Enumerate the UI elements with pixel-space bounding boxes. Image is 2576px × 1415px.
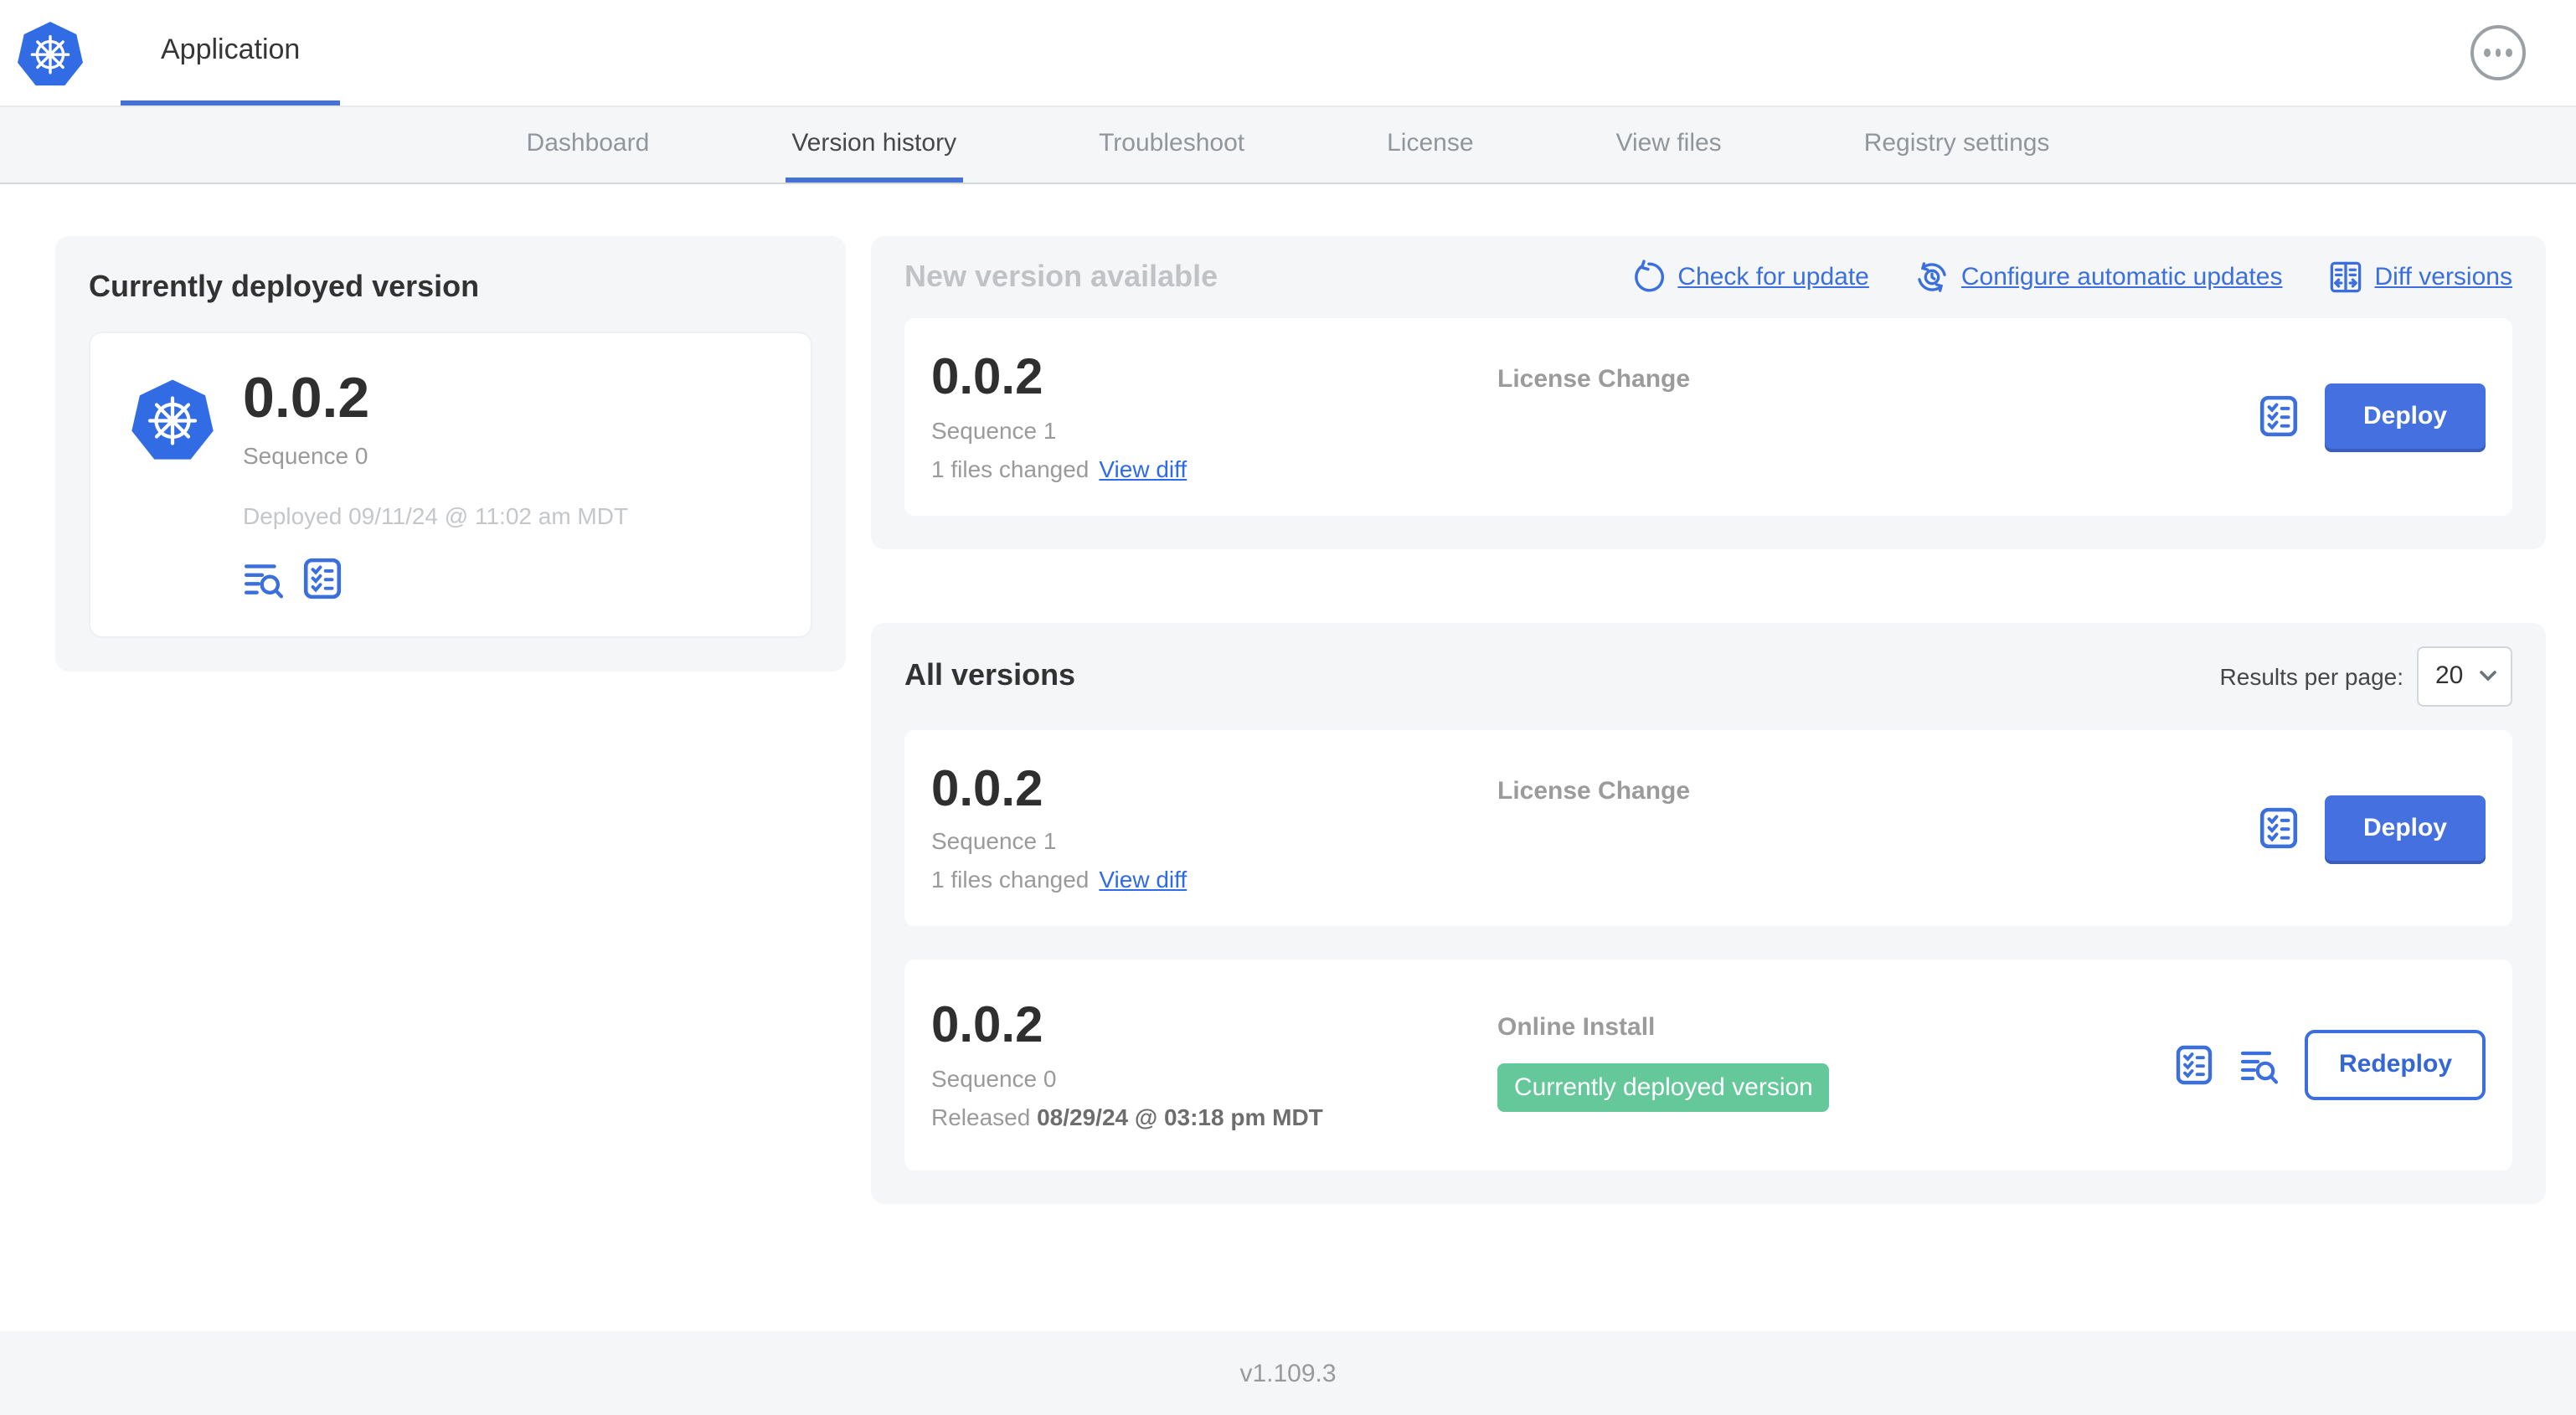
deployed-timestamp: Deployed 09/11/24 @ 11:02 am MDT	[243, 502, 629, 529]
tab-troubleshoot[interactable]: Troubleshoot	[1092, 107, 1251, 183]
top-bar: Application	[0, 0, 2576, 107]
checklist-icon	[2258, 807, 2300, 849]
more-options-button[interactable]	[2470, 25, 2526, 80]
app-title-tab[interactable]: Application	[121, 0, 341, 105]
preflight-checks-button[interactable]	[2258, 396, 2300, 438]
nav-tabbar: Dashboard Version history Troubleshoot L…	[0, 107, 2576, 184]
page: Application Dashboard Version history Tr…	[0, 0, 2576, 1415]
main-content: Currently deployed version 0.0.2 Sequenc…	[0, 184, 2576, 1203]
currently-deployed-panel: Currently deployed version 0.0.2 Sequenc…	[55, 236, 846, 671]
diff-icon	[2330, 261, 2361, 293]
version-info: 0.0.2 Sequence 1 1 files changed View dif…	[931, 352, 1497, 481]
checklist-icon	[2175, 1045, 2215, 1085]
logs-icon	[243, 558, 285, 599]
kubernetes-logo-icon	[131, 373, 214, 466]
tab-dashboard[interactable]: Dashboard	[520, 107, 657, 183]
deployed-actions	[243, 558, 628, 599]
version-row: 0.0.2 Sequence 0 Released 08/29/24 @ 03:…	[904, 960, 2512, 1170]
view-diff-link[interactable]: View diff	[1099, 455, 1187, 481]
checklist-icon	[2258, 396, 2300, 438]
view-diff-link[interactable]: View diff	[1099, 866, 1187, 893]
files-changed: 1 files changed View diff	[931, 866, 1188, 893]
app-title: Application	[161, 33, 301, 65]
tab-view-files[interactable]: View files	[1610, 107, 1728, 183]
footer: v1.109.3	[0, 1331, 2576, 1415]
version-number: 0.0.2	[931, 998, 1043, 1053]
deployed-sequence: Sequence 0	[243, 442, 368, 469]
results-per-page: Results per page: 20	[2220, 646, 2512, 706]
preflight-checks-button[interactable]	[2258, 807, 2300, 849]
chevron-down-icon	[2480, 671, 2496, 681]
refresh-icon	[1634, 260, 1664, 292]
results-per-page-select[interactable]: 20	[2417, 646, 2512, 706]
currently-deployed-card: 0.0.2 Sequence 0 Deployed 09/11/24 @ 11:…	[89, 332, 812, 638]
preflight-checks-button[interactable]	[301, 558, 343, 599]
tab-license[interactable]: License	[1380, 107, 1480, 183]
check-for-update-link[interactable]: Check for update	[1631, 260, 1869, 295]
header-links: Check for update Configure automatic upd…	[1631, 260, 2512, 295]
results-per-page-label: Results per page:	[2219, 662, 2403, 689]
version-actions: Deploy	[2258, 383, 2486, 450]
version-source: License Change	[1497, 365, 1691, 394]
version-actions: Redeploy	[2175, 1029, 2486, 1100]
preflight-checks-button[interactable]	[2175, 1045, 2215, 1085]
version-actions: Deploy	[2258, 795, 2486, 861]
kubernetes-logo-icon	[17, 19, 84, 86]
new-version-panel: New version available Check for update C…	[871, 236, 2546, 548]
all-versions-panel: All versions Results per page: 20 0.0.2 …	[871, 622, 2546, 1203]
tab-version-history[interactable]: Version history	[785, 107, 964, 183]
diff-versions-link[interactable]: Diff versions	[2327, 260, 2512, 295]
version-source: Online Install Currently deployed versio…	[1497, 1013, 2175, 1112]
view-logs-button[interactable]	[2240, 1045, 2280, 1085]
version-sequence: Sequence 0	[931, 1064, 1057, 1091]
currently-deployed-title: Currently deployed version	[89, 270, 480, 303]
new-version-title: New version available	[904, 260, 1218, 293]
version-sequence: Sequence 1	[931, 416, 1057, 443]
all-versions-header: All versions Results per page: 20	[904, 646, 2512, 706]
currently-deployed-badge: Currently deployed version	[1497, 1063, 1830, 1112]
deploy-button[interactable]: Deploy	[2324, 383, 2486, 450]
version-number: 0.0.2	[931, 761, 1043, 816]
new-version-header: New version available Check for update C…	[904, 260, 2512, 295]
app-logo	[17, 0, 84, 105]
deployed-version-number: 0.0.2	[243, 367, 370, 430]
checklist-icon	[301, 558, 343, 599]
ellipsis-icon	[2484, 49, 2491, 57]
all-versions-title: All versions	[904, 658, 1076, 692]
schedule-update-icon	[1918, 262, 1946, 292]
configure-automatic-updates-link[interactable]: Configure automatic updates	[1914, 260, 2282, 295]
version-sequence: Sequence 1	[931, 827, 1057, 854]
released-timestamp: Released 08/29/24 @ 03:18 pm MDT	[931, 1103, 1323, 1129]
redeploy-button[interactable]: Redeploy	[2305, 1029, 2486, 1100]
right-column: New version available Check for update C…	[871, 236, 2546, 1203]
files-changed: 1 files changed View diff	[931, 455, 1188, 481]
new-version-card: 0.0.2 Sequence 1 1 files changed View dif…	[904, 318, 2512, 515]
deploy-button[interactable]: Deploy	[2324, 795, 2486, 861]
version-source: License Change	[1497, 776, 1691, 805]
view-logs-button[interactable]	[243, 558, 285, 599]
version-row: 0.0.2 Sequence 1 1 files changed View dif…	[904, 729, 2512, 926]
console-version: v1.109.3	[1239, 1359, 1337, 1387]
logs-icon	[2240, 1045, 2280, 1085]
version-info: 0.0.2 Sequence 0 Released 08/29/24 @ 03:…	[931, 1000, 1497, 1129]
tab-registry-settings[interactable]: Registry settings	[1857, 107, 2057, 183]
version-info: 0.0.2 Sequence 1 1 files changed View dif…	[931, 763, 1497, 893]
version-number: 0.0.2	[931, 350, 1043, 405]
